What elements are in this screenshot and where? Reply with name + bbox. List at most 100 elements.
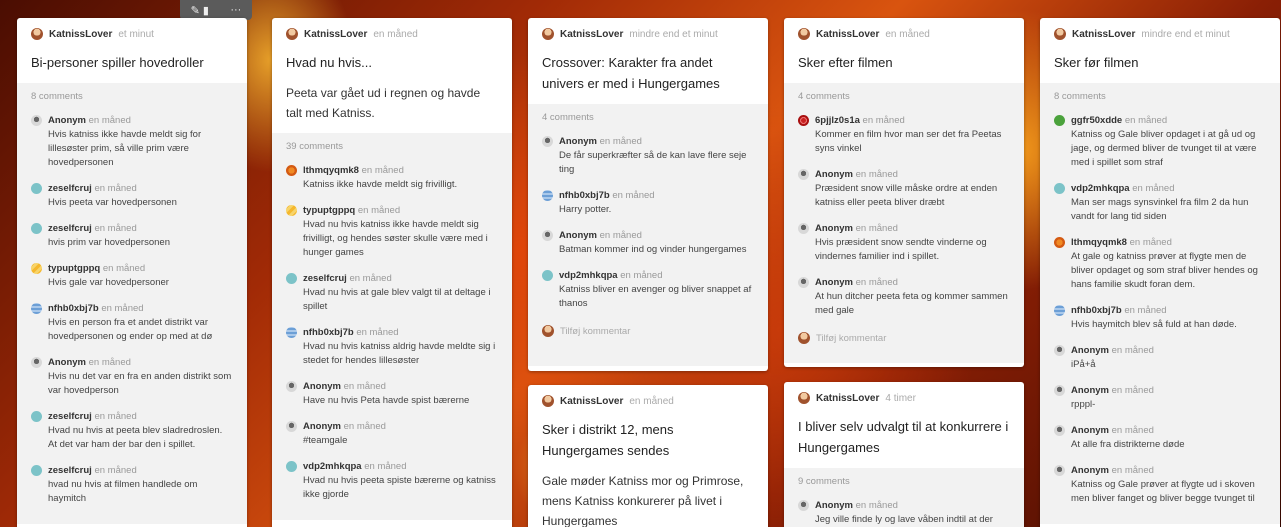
comment: Anonym en måned Hvis katniss ikke havde m…: [31, 114, 233, 170]
comments-count[interactable]: 39 comments: [286, 141, 498, 152]
comment: vdp2mhkqpa en måned Katniss bliver en ave…: [542, 269, 754, 311]
post-author: KatnissLover mindre end et minut: [1054, 28, 1266, 40]
comment: Anonym en måned Hvis nu det var en fra en…: [31, 356, 233, 398]
avatar: [1054, 465, 1065, 476]
post-card[interactable]: KatnissLover et minut Bi-personer spille…: [17, 18, 247, 527]
author-avatar: [1054, 28, 1066, 40]
avatar: [286, 205, 297, 216]
comment: lthmqyqmk8 en måned At gale og katniss pr…: [1054, 236, 1266, 292]
comment: Anonym en måned #teamgale: [286, 420, 498, 448]
post-body: Gale møder Katniss mor og Primrose, mens…: [542, 474, 744, 527]
author-avatar: [798, 28, 810, 40]
avatar: [542, 136, 553, 147]
avatar: [31, 357, 42, 368]
avatar: [286, 273, 297, 284]
avatar: [1054, 345, 1065, 356]
avatar: [542, 270, 553, 281]
comment: Anonym en måned Jeg ville finde ly og lav…: [798, 499, 1010, 527]
avatar: [286, 461, 297, 472]
comment: Anonym en måned rpppl-: [1054, 384, 1266, 412]
comment: zeselfcruj en måned Hvad nu hvis at gale …: [286, 272, 498, 314]
avatar: [31, 263, 42, 274]
avatar: [798, 277, 809, 288]
post-card[interactable]: KatnissLover mindre end et minut Crossov…: [528, 18, 768, 371]
avatar: [31, 115, 42, 126]
avatar: [31, 303, 42, 314]
post-title: Hvad nu hvis...: [286, 55, 372, 70]
post-title: Sker efter filmen: [798, 55, 893, 70]
author-avatar: [542, 395, 554, 407]
post-card[interactable]: KatnissLover en måned Sker i distrikt 12…: [528, 385, 768, 527]
comment: Anonym en måned Batman kommer ind og vind…: [542, 229, 754, 257]
edit-icon[interactable]: ✎ ▮: [191, 4, 209, 17]
comment: Anonym en måned De får superkræfter så de…: [542, 135, 754, 177]
post-card[interactable]: KatnissLover en måned Sker efter filmen …: [784, 18, 1024, 367]
comment: nfhb0xbj7b en måned Hvad nu hvis katniss …: [286, 326, 498, 368]
avatar: [798, 169, 809, 180]
post-author: KatnissLover en måned: [286, 28, 498, 40]
comments-section: 8 comments ggfr50xdde en måned Katniss og…: [1040, 83, 1280, 524]
avatar: [542, 230, 553, 241]
author-avatar: [286, 28, 298, 40]
comments-count[interactable]: 8 comments: [31, 91, 233, 102]
comment: Anonym en måned iPå+å: [1054, 344, 1266, 372]
comments-section: 8 comments Anonym en måned Hvis katniss i…: [17, 83, 247, 524]
avatar: [542, 190, 553, 201]
comment: nfhb0xbj7b en måned Harry potter.: [542, 189, 754, 217]
author-avatar: [31, 28, 43, 40]
comments-count[interactable]: 9 comments: [798, 476, 1010, 487]
avatar: [1054, 305, 1065, 316]
avatar: [286, 421, 297, 432]
comment: typuptgppq en måned Hvis gale var hovedpe…: [31, 262, 233, 290]
avatar: [31, 411, 42, 422]
add-comment-button[interactable]: Tilføj kommentar: [542, 323, 754, 345]
comment: zeselfcruj en måned hvad nu hvis at filme…: [31, 464, 233, 506]
post-card[interactable]: KatnissLover en måned Hvad nu hvis... Pe…: [272, 18, 512, 527]
comment: nfhb0xbj7b en måned Hvis en person fra et…: [31, 302, 233, 344]
post-toolbar: ✎ ▮ ···: [180, 0, 252, 20]
avatar: [31, 465, 42, 476]
avatar: [798, 500, 809, 511]
avatar: [1054, 115, 1065, 126]
comment: zeselfcruj en måned Hvis peeta var hovedp…: [31, 182, 233, 210]
author-avatar: [542, 325, 554, 337]
post-title: Sker i distrikt 12, mens Hungergames sen…: [542, 422, 674, 458]
comments-section: 39 comments lthmqyqmk8 en måned Katniss i…: [272, 133, 512, 520]
post-body: Peeta var gået ud i regnen og havde talt…: [286, 86, 481, 120]
author-avatar: [798, 332, 810, 344]
post-author: KatnissLover et minut: [31, 28, 233, 40]
comment: vdp2mhkqpa en måned Man ser mags synsvink…: [1054, 182, 1266, 224]
avatar: [798, 115, 809, 126]
avatar: [31, 223, 42, 234]
comment: nfhb0xbj7b en måned Hvis haymitch blev så…: [1054, 304, 1266, 332]
avatar: [286, 327, 297, 338]
avatar: [1054, 183, 1065, 194]
comment: 6pjjlz0s1a en måned Kommer en film hvor m…: [798, 114, 1010, 156]
avatar: [1054, 385, 1065, 396]
comment: lthmqyqmk8 en måned Katniss ikke havde me…: [286, 164, 498, 192]
avatar: [31, 183, 42, 194]
comment: zeselfcruj en måned hvis prim var hovedpe…: [31, 222, 233, 250]
author-avatar: [542, 28, 554, 40]
comments-section: 4 comments 6pjjlz0s1a en måned Kommer en …: [784, 83, 1024, 363]
author-avatar: [798, 392, 810, 404]
comments-count[interactable]: 4 comments: [542, 112, 754, 123]
avatar: [798, 223, 809, 234]
post-title: Bi-personer spiller hovedroller: [31, 55, 204, 70]
add-comment-button[interactable]: Tilføj kommentar: [798, 330, 1010, 352]
post-title: Crossover: Karakter fra andet univers er…: [542, 55, 720, 91]
post-author: KatnissLover en måned: [542, 395, 754, 407]
post-card[interactable]: KatnissLover 4 timer I bliver selv udval…: [784, 382, 1024, 527]
comments-section: 4 comments Anonym en måned De får superkr…: [528, 104, 768, 366]
post-author: KatnissLover 4 timer: [798, 392, 1010, 404]
post-title: Sker før filmen: [1054, 55, 1139, 70]
comment: Anonym en måned Have nu hvis Peta havde s…: [286, 380, 498, 408]
comment: Anonym en måned Hvis præsident snow sendt…: [798, 222, 1010, 264]
comments-count[interactable]: 8 comments: [1054, 91, 1266, 102]
more-icon[interactable]: ···: [230, 4, 241, 16]
avatar: [286, 165, 297, 176]
post-card[interactable]: KatnissLover mindre end et minut Sker fø…: [1040, 18, 1280, 527]
avatar: [1054, 237, 1065, 248]
comments-count[interactable]: 4 comments: [798, 91, 1010, 102]
avatar: [1054, 425, 1065, 436]
